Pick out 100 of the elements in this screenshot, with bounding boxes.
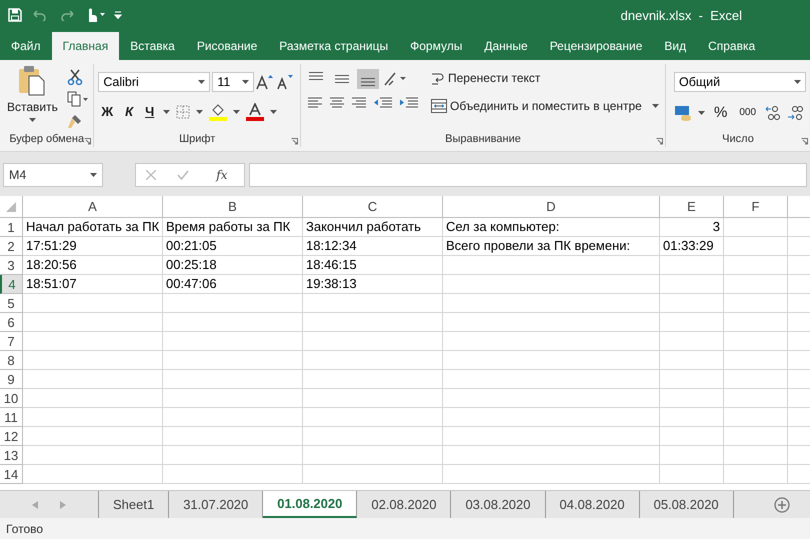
row-header[interactable]: 2 — [0, 237, 23, 256]
row-header[interactable]: 14 — [0, 465, 23, 484]
row-header[interactable]: 7 — [0, 332, 23, 351]
group-label: Шрифт — [94, 133, 300, 147]
ribbon-tab[interactable]: Формулы — [399, 32, 474, 60]
italic-button[interactable]: К — [122, 102, 136, 121]
check-icon[interactable] — [177, 170, 190, 180]
table-cell: 00:25:18 — [163, 256, 303, 275]
currency-icon[interactable] — [674, 104, 692, 120]
borders-icon[interactable] — [176, 104, 190, 118]
ribbon-tab[interactable]: Файл — [0, 32, 52, 60]
dialog-launcher-icon[interactable] — [84, 138, 92, 145]
align-center-icon[interactable] — [330, 97, 344, 109]
shrink-font-icon[interactable] — [276, 74, 294, 90]
font-size-field[interactable]: 11 — [212, 72, 254, 92]
merge-center-button[interactable]: Объединить и поместить в центре — [428, 97, 662, 115]
align-lines-icon — [361, 78, 375, 86]
column-header[interactable]: C — [303, 196, 443, 218]
scissors-icon[interactable] — [66, 69, 83, 85]
empty-cell — [724, 446, 788, 465]
align-lines-icon — [309, 72, 323, 80]
window-title: dnevnik.xlsx - Excel — [620, 8, 742, 22]
empty-cell — [724, 370, 788, 389]
dialog-launcher-icon[interactable] — [291, 138, 298, 145]
ribbon-tab[interactable]: Рецензирование — [538, 32, 654, 60]
increase-decimal-icon[interactable] — [765, 104, 782, 120]
ribbon-tab[interactable]: Рисование — [186, 32, 268, 60]
row-header[interactable]: 13 — [0, 446, 23, 465]
triangle-icon — [6, 202, 16, 212]
empty-cell — [660, 408, 724, 427]
text-orientation-icon[interactable] — [383, 71, 407, 87]
empty-cell — [660, 256, 724, 275]
paste-button[interactable]: Вставить — [4, 64, 61, 133]
align-right-icon[interactable] — [352, 97, 366, 109]
font-family-field[interactable]: Calibri — [98, 72, 210, 92]
underline-button[interactable]: Ч — [142, 102, 158, 121]
name-box[interactable]: M4 — [3, 163, 103, 187]
empty-cell — [724, 294, 788, 313]
column-header[interactable]: D — [443, 196, 660, 218]
empty-cell — [660, 370, 724, 389]
empty-cell — [660, 465, 724, 484]
ribbon-tab[interactable]: Разметка страницы — [268, 32, 400, 60]
bold-button[interactable]: Ж — [98, 102, 116, 121]
column-header[interactable]: F — [724, 196, 788, 218]
caret-icon — [198, 80, 206, 84]
row-header[interactable]: 6 — [0, 313, 23, 332]
font-color-icon[interactable] — [246, 102, 264, 120]
empty-cell — [724, 389, 788, 408]
decrease-indent-icon[interactable] — [374, 97, 392, 109]
row-header[interactable]: 1 — [0, 218, 23, 237]
column-header[interactable]: A — [23, 196, 163, 218]
empty-cell — [724, 332, 788, 351]
row-header[interactable]: 8 — [0, 351, 23, 370]
ribbon-tab[interactable]: Данные — [473, 32, 539, 60]
empty-cell — [660, 313, 724, 332]
table-cell: Время работы за ПК — [163, 218, 303, 237]
ribbon-tab[interactable]: Главная — [52, 32, 120, 60]
fill-color-icon[interactable] — [209, 102, 228, 120]
caret-icon — [28, 118, 36, 122]
formula-input[interactable] — [249, 163, 807, 187]
copy-icon[interactable] — [66, 91, 89, 107]
save-icon[interactable] — [8, 8, 22, 22]
table-cell: 00:47:06 — [163, 275, 303, 294]
row-header[interactable]: 10 — [0, 389, 23, 408]
row-header[interactable]: 11 — [0, 408, 23, 427]
ribbon-tab[interactable]: Вставка — [119, 32, 186, 60]
row-header[interactable]: 12 — [0, 427, 23, 446]
row-header[interactable]: 5 — [0, 294, 23, 313]
add-sheet-icon[interactable] — [774, 496, 790, 512]
increase-indent-icon[interactable] — [400, 97, 418, 109]
empty-cell — [724, 465, 788, 484]
vertical-align-button[interactable] — [357, 69, 379, 89]
decrease-decimal-icon[interactable] — [787, 104, 804, 120]
column-header[interactable]: B — [163, 196, 303, 218]
number-format-field[interactable]: Общий — [674, 72, 806, 92]
empty-cell — [660, 332, 724, 351]
row-header[interactable]: 3 — [0, 256, 23, 275]
row-header[interactable]: 9 — [0, 370, 23, 389]
sheet-tab[interactable]: 01.08.2020 — [263, 491, 358, 518]
dialog-launcher-icon[interactable] — [801, 138, 808, 145]
align-lines-icon — [335, 75, 349, 83]
table-cell: Закончил работать — [303, 218, 443, 237]
ribbon-tab[interactable]: Справка — [697, 32, 766, 60]
align-left-icon[interactable] — [308, 97, 322, 109]
insert-function-button[interactable]: fx — [210, 167, 234, 183]
customize-toolbar-icon[interactable] — [114, 11, 122, 19]
thousands-separator-button[interactable]: 000 — [736, 105, 760, 120]
dialog-launcher-icon[interactable] — [656, 138, 663, 145]
table-cell: Всего провели за ПК времени: — [443, 237, 660, 256]
ribbon-tab[interactable]: Вид — [653, 32, 698, 60]
row-header[interactable]: 4 — [0, 275, 23, 294]
grow-font-icon[interactable] — [256, 74, 274, 90]
column-header[interactable]: E — [660, 196, 724, 218]
wrap-text-button[interactable]: Перенести текст — [428, 69, 662, 87]
group-label: Выравнивание — [301, 133, 665, 147]
percent-button[interactable]: % — [711, 102, 730, 123]
empty-cell — [660, 427, 724, 446]
table-cell: Сел за компьютер: — [443, 218, 660, 237]
format-painter-icon[interactable] — [66, 113, 83, 129]
caret-icon — [233, 110, 240, 114]
